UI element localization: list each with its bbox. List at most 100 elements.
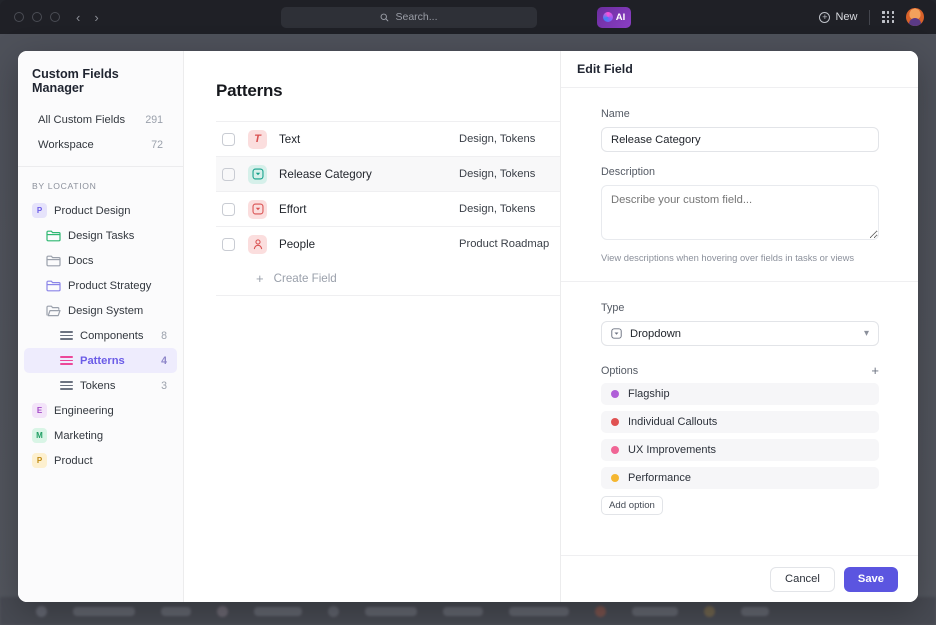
sidebar-item-label: Product Design	[54, 205, 131, 217]
sidebar-item-design-tasks[interactable]: Design Tasks	[24, 223, 177, 248]
add-option-icon[interactable]: +	[871, 364, 879, 377]
sidebar-item-product-strategy[interactable]: Product Strategy	[24, 273, 177, 298]
name-field[interactable]: Release Category	[601, 127, 879, 152]
description-field[interactable]	[601, 185, 879, 240]
type-label: Type	[601, 302, 880, 314]
back-button[interactable]: ‹	[76, 11, 80, 24]
space-badge-icon: E	[32, 403, 47, 418]
sidebar-item-label: Workspace	[38, 139, 94, 151]
panel-header: Edit Field	[561, 51, 918, 88]
space-badge-icon: P	[32, 453, 47, 468]
window-controls[interactable]	[0, 12, 60, 22]
sidebar-item-count: 4	[161, 355, 177, 367]
text-field-icon: T	[248, 130, 267, 149]
chrome-right-actions: + New	[819, 8, 924, 26]
apps-grid-icon[interactable]	[882, 11, 894, 23]
option-color-dot	[611, 446, 619, 454]
sidebar-item-product-design[interactable]: P Product Design	[24, 198, 177, 223]
create-field-label: Create Field	[274, 272, 337, 285]
options-list: Flagship Individual Callouts UX Improvemen…	[601, 383, 880, 489]
folder-icon	[46, 230, 61, 242]
sidebar-title: Custom Fields Manager	[18, 61, 183, 107]
new-button[interactable]: + New	[819, 11, 857, 23]
search-input[interactable]: Search...	[281, 7, 537, 28]
sidebar-item-product[interactable]: PProduct	[24, 448, 177, 473]
avatar[interactable]	[906, 8, 924, 26]
space-badge-icon: P	[32, 203, 47, 218]
edit-field-panel: Edit Field Name Release Category Descrip…	[560, 51, 918, 602]
sidebar-location-tree: P Product Design Design Tasks Docs Product S…	[18, 198, 183, 473]
type-select-value: Dropdown	[630, 328, 681, 340]
sidebar-item-count: 72	[151, 139, 163, 151]
panel-section-type: Type Dropdown ▾ Options + FlagshipIndivi	[561, 282, 918, 533]
row-checkbox[interactable]	[222, 203, 235, 216]
sidebar-item-label: Product Strategy	[68, 280, 151, 292]
ai-button-label: AI	[616, 12, 626, 23]
search-icon	[380, 13, 389, 22]
row-checkbox[interactable]	[222, 238, 235, 251]
option-color-dot	[611, 474, 619, 482]
option-item[interactable]: Individual Callouts	[601, 411, 879, 433]
options-header: Options +	[601, 364, 879, 377]
browser-chrome: ‹ › Search... AI + New	[0, 0, 936, 34]
list-icon	[60, 356, 73, 365]
add-option-button[interactable]: Add option	[601, 496, 663, 515]
sidebar-item-design-system[interactable]: Design System	[24, 298, 177, 323]
field-location: Design, Tokens	[459, 203, 535, 215]
sidebar-item-label: Marketing	[54, 430, 103, 442]
save-button[interactable]: Save	[844, 567, 898, 592]
sidebar-item-label: Docs	[68, 255, 94, 267]
row-checkbox[interactable]	[222, 168, 235, 181]
sidebar-section-label: BY LOCATION	[18, 167, 183, 198]
option-color-dot	[611, 390, 619, 398]
option-label: UX Improvements	[628, 444, 716, 456]
panel-footer: Cancel Save	[561, 555, 918, 602]
dropdown-field-icon	[611, 328, 622, 339]
description-label: Description	[601, 166, 880, 178]
cancel-button[interactable]: Cancel	[770, 567, 835, 592]
field-location: Design, Tokens	[459, 133, 535, 145]
sidebar-item-marketing[interactable]: MMarketing	[24, 423, 177, 448]
sidebar-item-count: 8	[161, 330, 177, 342]
field-location: Design, Tokens	[459, 168, 535, 180]
sidebar-item-components[interactable]: Components8	[24, 323, 177, 348]
nav-arrows: ‹ ›	[76, 11, 99, 24]
sidebar: Custom Fields Manager All Custom Fields …	[18, 51, 184, 602]
ai-button[interactable]: AI	[597, 7, 631, 28]
type-select[interactable]: Dropdown ▾	[601, 321, 879, 346]
row-checkbox[interactable]	[222, 133, 235, 146]
dropdown-field-icon	[248, 200, 267, 219]
sidebar-item-all-custom-fields[interactable]: All Custom Fields 291	[24, 107, 177, 132]
plus-icon: +	[256, 272, 264, 285]
option-item[interactable]: UX Improvements	[601, 439, 879, 461]
description-hint: View descriptions when hovering over fie…	[601, 252, 880, 263]
search-bar-wrapper: Search...	[281, 7, 537, 28]
sidebar-item-tokens[interactable]: Tokens 3	[24, 373, 177, 398]
maximize-window-button[interactable]	[50, 12, 60, 22]
sidebar-item-engineering[interactable]: EEngineering	[24, 398, 177, 423]
sidebar-item-count: 3	[161, 380, 177, 392]
minimize-window-button[interactable]	[32, 12, 42, 22]
sidebar-item-label: Patterns	[80, 355, 125, 367]
sidebar-item-label: All Custom Fields	[38, 114, 125, 126]
option-label: Flagship	[628, 388, 670, 400]
new-button-label: New	[835, 11, 857, 23]
sidebar-item-workspace[interactable]: Workspace 72	[24, 132, 177, 157]
panel-body: Name Release Category Description View d…	[561, 88, 918, 555]
close-window-button[interactable]	[14, 12, 24, 22]
list-icon	[60, 331, 73, 340]
name-label: Name	[601, 108, 880, 120]
forward-button[interactable]: ›	[94, 11, 98, 24]
plus-circle-icon: +	[819, 12, 830, 23]
option-item[interactable]: Performance	[601, 467, 879, 489]
ai-orb-icon	[603, 12, 613, 22]
sidebar-item-docs[interactable]: Docs	[24, 248, 177, 273]
app-window: Custom Fields Manager All Custom Fields …	[18, 51, 918, 602]
sidebar-item-label: Tokens	[80, 380, 115, 392]
chevron-down-icon: ▾	[864, 328, 869, 339]
option-item[interactable]: Flagship	[601, 383, 879, 405]
panel-section-general: Name Release Category Description View d…	[561, 88, 918, 282]
folder-icon	[46, 280, 61, 292]
sidebar-item-patterns[interactable]: Patterns 4	[24, 348, 177, 373]
folder-open-icon	[46, 305, 61, 317]
